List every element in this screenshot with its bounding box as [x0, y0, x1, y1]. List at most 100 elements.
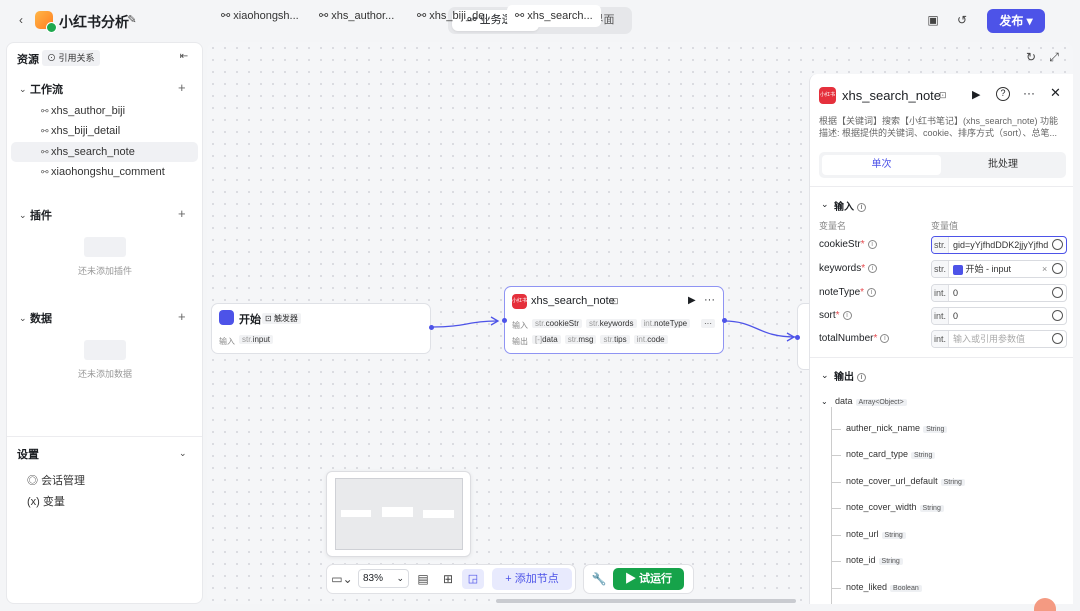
param-label: totalNumber* i — [819, 333, 890, 344]
output-type: String — [911, 452, 936, 459]
workflow-icon: ⚯ — [515, 10, 528, 22]
output-type: String — [919, 505, 944, 512]
grid-icon[interactable]: ⊞ — [440, 572, 456, 586]
edit-icon[interactable]: ✎ — [124, 13, 140, 26]
input-chip: int.noteType — [640, 319, 691, 328]
output-name: note_cover_url_default — [846, 476, 938, 486]
param-value: 开始 - input — [965, 264, 1012, 274]
workflow-icon: ⚯ — [221, 10, 234, 22]
param-value: gid=yYjfhdDDK2jjyYjfhd — [953, 240, 1049, 250]
comment-icon[interactable]: ▤ — [415, 572, 431, 586]
minimap-node — [341, 510, 371, 517]
input-section-title: 输入 i — [834, 198, 866, 213]
param-label: keywords* i — [819, 263, 878, 274]
reference-icon[interactable] — [1052, 239, 1063, 250]
workflow-item-selected[interactable]: ⚯ xhs_search_note — [41, 146, 135, 158]
reference-icon[interactable] — [1052, 333, 1063, 344]
tab-batch[interactable]: 批处理 — [943, 155, 1063, 175]
reference-button[interactable]: ⊙ 引用关系 — [42, 50, 100, 66]
reference-icon[interactable] — [1052, 263, 1063, 274]
input-port[interactable] — [502, 318, 507, 323]
chevron-down-icon[interactable]: ⌄ — [821, 370, 829, 381]
reference-icon[interactable] — [1052, 310, 1063, 321]
param-value-field[interactable]: int. 0 — [931, 307, 1067, 325]
horizontal-scrollbar[interactable] — [496, 599, 796, 603]
more-icon[interactable]: ··· — [704, 294, 715, 306]
edge-search-end — [723, 320, 797, 338]
chat-icon: ◎ — [27, 475, 42, 487]
tab-label: xhs_author... — [331, 10, 395, 22]
param-value-field[interactable]: int. 输入或引用参数值 — [931, 330, 1067, 348]
chevron-down-icon[interactable]: ⌄ — [19, 84, 27, 95]
run-node-icon[interactable]: ▶ — [972, 88, 980, 101]
tab-single[interactable]: 单次 — [822, 155, 941, 175]
minimap[interactable] — [326, 471, 471, 557]
add-workflow-icon[interactable]: + — [178, 80, 186, 95]
session-management-item[interactable]: ◎ 会话管理 — [27, 472, 85, 488]
publish-label: 发布 — [999, 14, 1024, 28]
tree-branch — [831, 508, 841, 509]
minimap-toggle-icon[interactable]: ◲ — [462, 569, 484, 589]
chevron-down-icon[interactable]: ⌄ — [821, 397, 828, 406]
variables-item[interactable]: (x) 变量 — [27, 493, 65, 509]
zoom-select[interactable]: 83% ⌄ — [358, 569, 409, 588]
chevron-down-icon[interactable]: ⌄ — [179, 448, 187, 459]
history-icon[interactable]: ↺ — [954, 13, 970, 27]
wrench-icon[interactable]: 🔧 — [591, 572, 607, 586]
back-chevron-icon[interactable]: ‹ — [13, 13, 29, 27]
divider — [810, 186, 1073, 187]
workflow-item[interactable]: ⚯ xiaohongshu_comment — [41, 166, 165, 178]
empty-placeholder-icon — [84, 237, 126, 257]
link-icon: ⊙ — [47, 53, 59, 63]
close-icon[interactable]: ✕ — [1050, 85, 1061, 101]
chevron-down-icon[interactable]: ⌄ — [19, 210, 27, 221]
canvas-tab[interactable]: ⚯ xhs_biji_de... — [417, 5, 494, 27]
plugin-empty-text: 还未添加插件 — [77, 266, 132, 276]
param-value: 0 — [953, 311, 959, 321]
output-port[interactable] — [429, 325, 434, 330]
collapse-sidebar-icon[interactable]: ⇤ — [176, 51, 192, 62]
add-data-icon[interactable]: + — [178, 309, 186, 324]
add-node-button[interactable]: + 添加节点 — [492, 568, 572, 590]
monitor-icon[interactable]: ▣ — [925, 13, 941, 27]
more-icon[interactable]: ··· — [1023, 86, 1035, 100]
param-type: int. — [932, 331, 949, 347]
output-port[interactable] — [722, 318, 727, 323]
settings-heading: 设置 — [17, 449, 39, 461]
clear-icon[interactable]: × — [1042, 261, 1047, 277]
param-value-field[interactable]: str. 开始 - input × — [931, 260, 1067, 278]
output-chips: [-]data str.msg str.tips int.code — [532, 335, 668, 344]
required-marker: * — [861, 263, 866, 274]
chevron-down-icon[interactable]: ⌄ — [19, 313, 27, 324]
tree-branch — [831, 588, 841, 589]
chip-label: tips — [614, 335, 627, 344]
canvas-tab[interactable]: ⚯ xiaohongsh... — [221, 5, 299, 27]
output-type: String — [878, 558, 903, 565]
chevron-down-icon[interactable]: ⌄ — [821, 199, 829, 210]
test-run-button[interactable]: ▶ 试运行 — [613, 568, 684, 590]
info-icon: i — [857, 372, 866, 382]
info-icon: i — [857, 202, 866, 212]
canvas-tab-active[interactable]: ⚯ xhs_search... — [507, 5, 601, 27]
canvas-tab[interactable]: ⚯ xhs_author... — [319, 5, 394, 27]
required-marker: * — [860, 239, 865, 250]
tree-branch — [831, 561, 841, 562]
param-label: sort* i — [819, 310, 852, 321]
workflow-item[interactable]: ⚯ xhs_biji_detail — [41, 125, 120, 137]
param-value-field[interactable]: str. gid=yYjfhdDDK2jjyYjfhd — [931, 236, 1067, 254]
workflow-item[interactable]: ⚯ xhs_author_biji — [41, 105, 125, 117]
layout-mode-icon[interactable]: ▭⌄ — [331, 572, 353, 586]
reference-icon[interactable] — [1052, 287, 1063, 298]
param-value-field[interactable]: int. 0 — [931, 284, 1067, 302]
publish-button[interactable]: 发布 ▾ — [987, 9, 1045, 33]
input-port[interactable] — [795, 335, 800, 340]
add-plugin-icon[interactable]: + — [178, 206, 186, 221]
param-type: str. — [932, 237, 949, 253]
help-icon[interactable]: ? — [996, 87, 1010, 101]
chip-type: int. — [643, 319, 655, 328]
tab-label: xiaohongsh... — [233, 10, 299, 22]
output-field: note_cover_url_default String — [846, 476, 965, 486]
run-node-icon[interactable]: ▶ — [688, 295, 696, 306]
panel-title: xhs_search_note — [842, 88, 942, 103]
tab-label: xhs_search... — [527, 10, 593, 22]
